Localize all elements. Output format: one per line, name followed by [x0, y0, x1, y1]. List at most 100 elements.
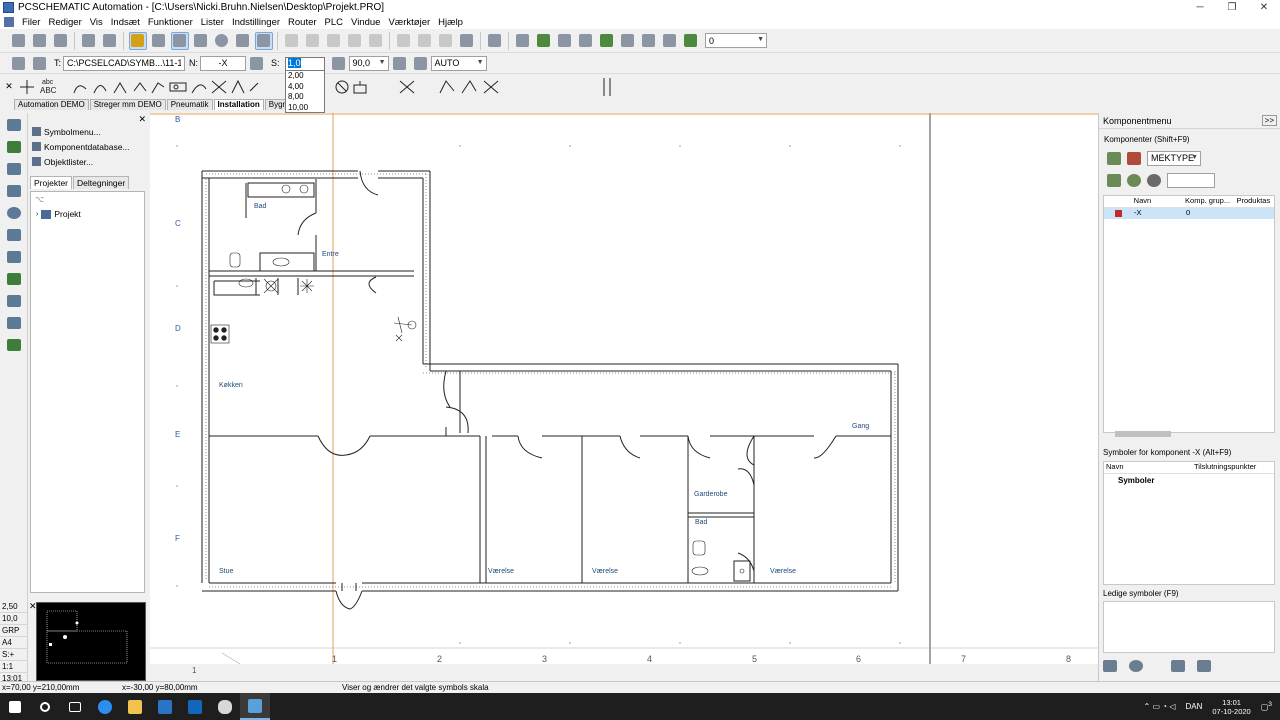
gear-icon[interactable]: [1129, 660, 1143, 672]
hierarchy-icon[interactable]: [556, 32, 574, 50]
database-icon[interactable]: [535, 32, 553, 50]
menu-filer[interactable]: Filer: [18, 17, 44, 28]
scale-option[interactable]: 8,00: [286, 92, 324, 103]
overview-minimap[interactable]: [36, 602, 146, 681]
scale-option[interactable]: 10,00: [286, 103, 324, 114]
menu-vaerktoejer[interactable]: Værktøjer: [384, 17, 434, 28]
clock[interactable]: 13:01 07-10-2020: [1212, 698, 1250, 716]
menu-indstillinger[interactable]: Indstillinger: [228, 17, 284, 28]
component-search-input[interactable]: [1167, 172, 1215, 188]
notification-icon[interactable]: ▢3: [1261, 701, 1272, 712]
scale-input[interactable]: 1,0: [285, 57, 325, 71]
scale-option[interactable]: 2,00: [286, 71, 324, 82]
file-explorer-icon[interactable]: [120, 693, 150, 720]
area-mode-icon[interactable]: [234, 32, 252, 50]
symbol-properties-icon[interactable]: [10, 54, 28, 72]
objektlister-item[interactable]: Objektlister...: [28, 154, 148, 169]
list-icon[interactable]: [1107, 173, 1121, 187]
drawing-view-icon[interactable]: [4, 116, 24, 134]
free-symbols-list[interactable]: [1103, 601, 1275, 653]
list-check-icon[interactable]: [458, 32, 476, 50]
minimize-button[interactable]: ─: [1184, 0, 1216, 15]
menu-hjaelp[interactable]: Hjælp: [434, 17, 467, 28]
refresh-icon[interactable]: [1127, 173, 1141, 187]
save-icon[interactable]: [52, 32, 70, 50]
text-mode-icon[interactable]: [192, 32, 210, 50]
print-icon[interactable]: [80, 32, 98, 50]
auto-select[interactable]: AUTO ▼: [430, 55, 487, 71]
pcschematic-car-icon[interactable]: [210, 693, 240, 720]
symbol-mode-icon[interactable]: [128, 31, 147, 50]
tab-pneumatik[interactable]: Pneumatik: [166, 99, 213, 110]
wire-mode-icon[interactable]: [170, 31, 189, 50]
table-row[interactable]: -X 0: [1104, 208, 1274, 219]
hierarchy-icon[interactable]: [1107, 151, 1121, 165]
rotate-icon[interactable]: [329, 54, 347, 72]
symbol-name-field[interactable]: -X: [200, 55, 247, 71]
drawing-canvas[interactable]: B C D E F 1 2 3 4 5 6 7 8 1 Bad Entre Kø…: [150, 113, 1098, 675]
terminal-icon[interactable]: [619, 32, 637, 50]
component-icon[interactable]: [598, 32, 616, 50]
line-mode-icon[interactable]: [150, 32, 168, 50]
pcschematic-taskbar-icon[interactable]: [240, 693, 270, 720]
scroll-thumb[interactable]: [1115, 431, 1171, 437]
tab-automation-demo[interactable]: Automation DEMO: [14, 99, 89, 110]
undo-icon[interactable]: [486, 32, 504, 50]
symbol-load-icon[interactable]: [31, 54, 49, 72]
symbols-group[interactable]: Symboler: [1104, 476, 1274, 485]
windows-start-icon[interactable]: [0, 693, 30, 720]
floor-plan[interactable]: [150, 113, 1098, 664]
filter-icon[interactable]: [1171, 660, 1185, 672]
menu-router[interactable]: Router: [284, 17, 321, 28]
tab-installation[interactable]: Installation: [213, 99, 264, 110]
color-icon[interactable]: [1127, 151, 1141, 165]
new-file-icon[interactable]: [10, 32, 28, 50]
move-icon[interactable]: [367, 32, 385, 50]
search-icon[interactable]: [30, 693, 60, 720]
open-file-icon[interactable]: [31, 32, 49, 50]
tab-projekter[interactable]: Projekter: [30, 176, 73, 189]
menu-lister[interactable]: Lister: [197, 17, 228, 28]
gear-icon[interactable]: [1147, 173, 1161, 187]
menu-rediger[interactable]: Rediger: [44, 17, 85, 28]
edit-icon[interactable]: [4, 270, 24, 288]
circle-mode-icon[interactable]: [213, 32, 231, 50]
snap-icon[interactable]: [4, 138, 24, 156]
outlook-icon[interactable]: [180, 693, 210, 720]
pan-hand-icon[interactable]: [4, 226, 24, 244]
layer-select[interactable]: 0 ▼: [705, 33, 767, 48]
menu-plc[interactable]: PLC: [321, 17, 347, 28]
tab-streger-demo[interactable]: Streger mm DEMO: [89, 99, 166, 110]
page-tab[interactable]: 1: [192, 666, 196, 675]
tab-deltegninger[interactable]: Deltegninger: [73, 176, 130, 189]
filter-down-icon[interactable]: [416, 32, 434, 50]
mirror-icon[interactable]: [390, 54, 408, 72]
maximize-button[interactable]: ❐: [1216, 0, 1248, 15]
pen-icon[interactable]: [254, 31, 273, 50]
cut-icon[interactable]: [283, 32, 301, 50]
horizontal-scrollbar[interactable]: [1103, 429, 1275, 439]
cable-list-icon[interactable]: [661, 32, 679, 50]
close-button[interactable]: ✕: [1248, 0, 1280, 15]
column-komp-gruppe[interactable]: Komp. grup...: [1185, 196, 1236, 207]
align-icon[interactable]: [4, 182, 24, 200]
pages-icon[interactable]: [514, 32, 532, 50]
wave-icon[interactable]: [682, 32, 700, 50]
grid-snap-icon[interactable]: [4, 314, 24, 332]
menu-indsaet[interactable]: Indsæt: [107, 17, 144, 28]
collapse-button[interactable]: >>: [1261, 115, 1277, 126]
magnet-icon[interactable]: [4, 292, 24, 310]
print-preview-icon[interactable]: [101, 32, 119, 50]
mail-icon[interactable]: [150, 693, 180, 720]
plc-icon[interactable]: [640, 32, 658, 50]
tree-node-projekt[interactable]: › Projekt: [36, 209, 81, 219]
export-icon[interactable]: [1197, 660, 1211, 672]
menu-vindue[interactable]: Vindue: [347, 17, 384, 28]
column-navn[interactable]: Navn: [1134, 196, 1185, 207]
filter-icon[interactable]: [395, 32, 413, 50]
layers-icon[interactable]: [1103, 660, 1117, 672]
close-icon[interactable]: ✕: [138, 114, 146, 125]
edge-browser-icon[interactable]: [90, 693, 120, 720]
name-edit-icon[interactable]: [248, 54, 266, 72]
column-tilslutningspunkter[interactable]: Tilslutningspunkter: [1194, 462, 1274, 473]
